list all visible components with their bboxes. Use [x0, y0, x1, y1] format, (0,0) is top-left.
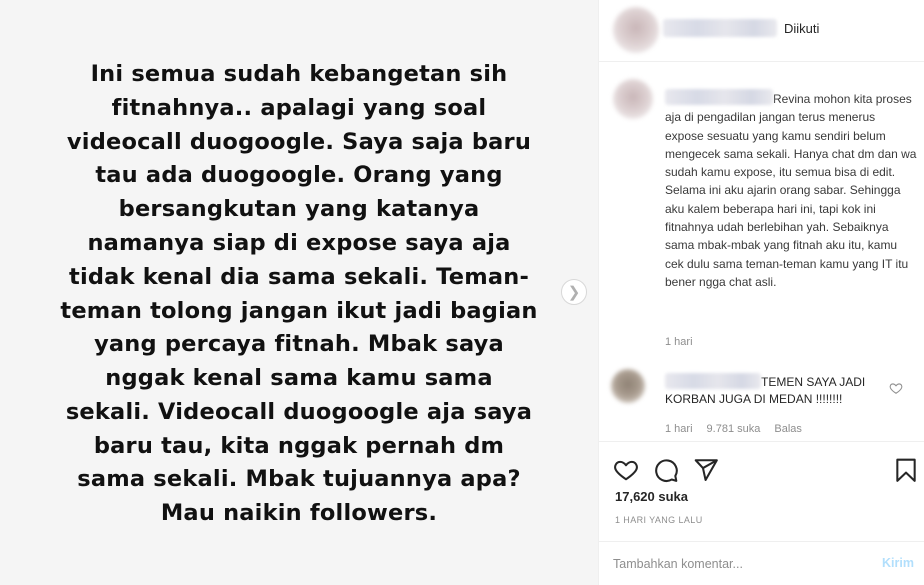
post-date[interactable]: 1 HARI YANG LALU [615, 515, 703, 525]
chevron-right-icon: ❯ [567, 283, 581, 301]
add-comment-bar: Kirim [599, 541, 924, 585]
comment-bubble-icon[interactable] [653, 457, 679, 483]
comment-like-count[interactable]: 9.781 suka [707, 423, 761, 435]
comment-meta: 1 hari 9.781 suka Balas [665, 423, 802, 435]
caption-author-avatar[interactable] [613, 79, 653, 119]
commenter-avatar[interactable] [611, 369, 645, 403]
commenter-username-redacted[interactable] [665, 373, 761, 389]
comment-timestamp[interactable]: 1 hari [665, 423, 693, 435]
author-avatar[interactable] [613, 7, 659, 53]
save-bookmark-icon[interactable] [893, 457, 919, 483]
author-username-redacted[interactable] [663, 19, 777, 37]
post-image: Ini semua sudah kebangetan sih fitnahnya… [0, 0, 598, 585]
following-status[interactable]: Diikuti [784, 21, 819, 36]
caption-author-username-redacted[interactable] [665, 89, 773, 105]
caption-timestamp[interactable]: 1 hari [665, 336, 693, 348]
reply-button[interactable]: Balas [774, 423, 802, 435]
next-image-button[interactable]: ❯ [561, 279, 587, 305]
comment-like-heart-icon[interactable] [889, 381, 903, 395]
post-header: Diikuti [599, 0, 924, 62]
post-actions: 17,620 suka 1 HARI YANG LALU [599, 441, 924, 541]
share-send-icon[interactable] [693, 457, 719, 483]
like-count[interactable]: 17,620 suka [615, 489, 688, 504]
post-comment-button[interactable]: Kirim [882, 556, 914, 570]
post-side-panel: Diikuti Revina mohon kita proses aja di … [598, 0, 924, 585]
like-heart-icon[interactable] [613, 457, 639, 483]
caption-text: Revina mohon kita proses aja di pengadil… [665, 92, 917, 289]
comment-input[interactable] [613, 553, 863, 575]
post-image-text: Ini semua sudah kebangetan sih fitnahnya… [60, 60, 538, 527]
